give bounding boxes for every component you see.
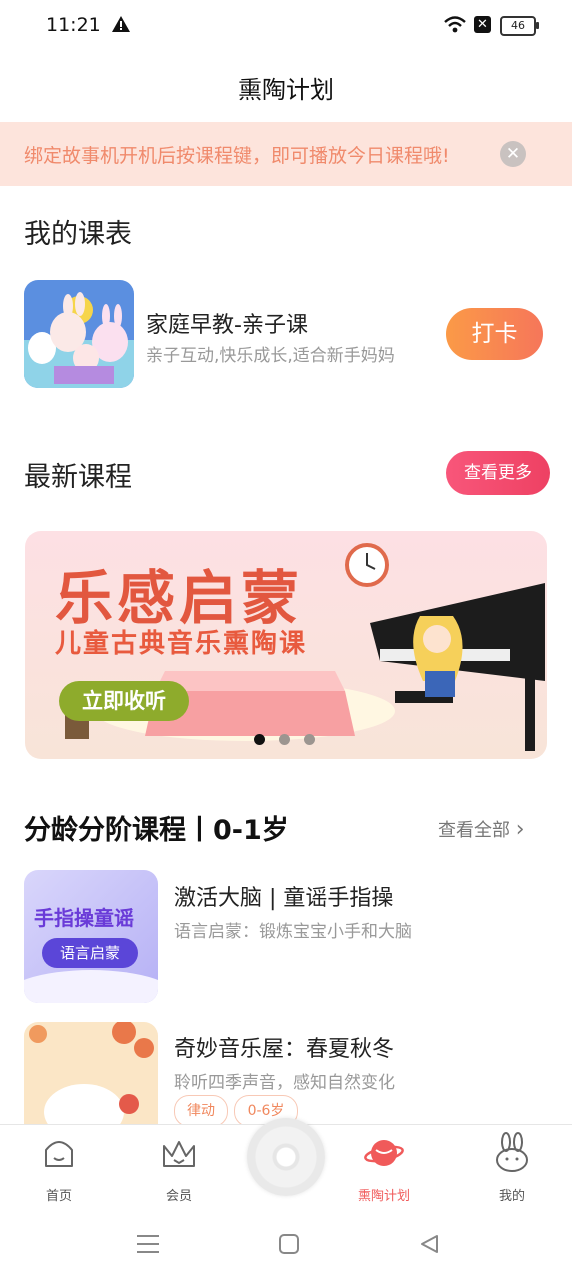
course-item-title[interactable]: 激活大脑 | 童谣手指操 [174,880,393,912]
age-courses-title: 分龄分阶课程丨0-1岁 [24,815,289,846]
battery-tip [536,22,539,29]
battery-icon: 46 [500,16,536,36]
crown-icon [163,1141,195,1167]
nav-label: 熏陶计划 [357,1189,410,1204]
course-name[interactable]: 家庭早教-亲子课 [146,307,308,339]
banner-subtitle: 儿童古典音乐熏陶课 [55,629,308,659]
nav-label: 首页 [45,1189,72,1204]
thumb-tag: 语言启蒙 [42,938,138,968]
nav-plan[interactable]: 熏陶计划 [349,1130,419,1204]
back-icon[interactable] [419,1234,439,1254]
see-more-button[interactable]: 查看更多 [446,451,550,495]
carousel-dot[interactable] [279,734,290,745]
thumb-title: 手指操童谣 [34,906,134,930]
latest-courses-title: 最新课程 [24,462,132,493]
planet-icon [364,1140,404,1166]
course-item-desc: 聆听四季声音，感知自然变化 [174,1073,395,1093]
course-item-desc: 语言启蒙：锻炼宝宝小手和大脑 [174,922,412,942]
see-all-label: 查看全部 [438,820,510,841]
my-schedule-title: 我的课表 [24,219,132,250]
notice-text: 绑定故事机开机后按课程键，即可播放今日课程哦! [24,145,450,167]
page-title: 熏陶计划 [238,76,334,104]
see-all-link[interactable]: 查看全部 › [438,816,525,842]
menu-icon[interactable] [137,1234,159,1254]
banner-carousel[interactable]: 乐感启蒙 儿童古典音乐熏陶课 立即收听 [25,531,547,759]
nav-home[interactable]: 首页 [24,1130,94,1204]
disc-player-icon[interactable] [247,1118,325,1196]
nav-label: 会员 [165,1189,192,1204]
carousel-indicator [254,730,329,749]
carousel-dot[interactable] [304,734,315,745]
alert-icon [112,16,130,32]
nav-member[interactable]: 会员 [144,1130,214,1204]
status-time: 11:21 [46,14,101,36]
home-icon [45,1141,73,1167]
course-item-thumbnail[interactable]: 手指操童谣 语言启蒙 [24,870,158,1003]
course-thumbnail[interactable] [24,280,134,388]
checkin-button[interactable]: 打卡 [446,308,543,360]
home-square-icon[interactable] [279,1234,299,1254]
status-bar: 11:21 ✕ 46 [0,0,572,52]
listen-now-button[interactable]: 立即收听 [59,681,189,721]
no-sim-icon: ✕ [474,16,491,33]
rabbit-icon [496,1132,528,1172]
close-icon[interactable]: ✕ [500,141,526,167]
course-item-thumbnail[interactable] [24,1022,158,1124]
course-tag: 律动 [174,1095,228,1127]
carousel-dot[interactable] [254,734,265,745]
nav-label: 我的 [498,1189,525,1204]
system-nav-bar [0,1210,572,1280]
chevron-right-icon: › [515,817,525,842]
nav-mine[interactable]: 我的 [477,1130,547,1204]
course-item-title[interactable]: 奇妙音乐屋：春夏秋冬 [174,1031,394,1063]
course-desc: 亲子互动,快乐成长,适合新手妈妈 [146,346,395,366]
wifi-icon [444,16,466,33]
